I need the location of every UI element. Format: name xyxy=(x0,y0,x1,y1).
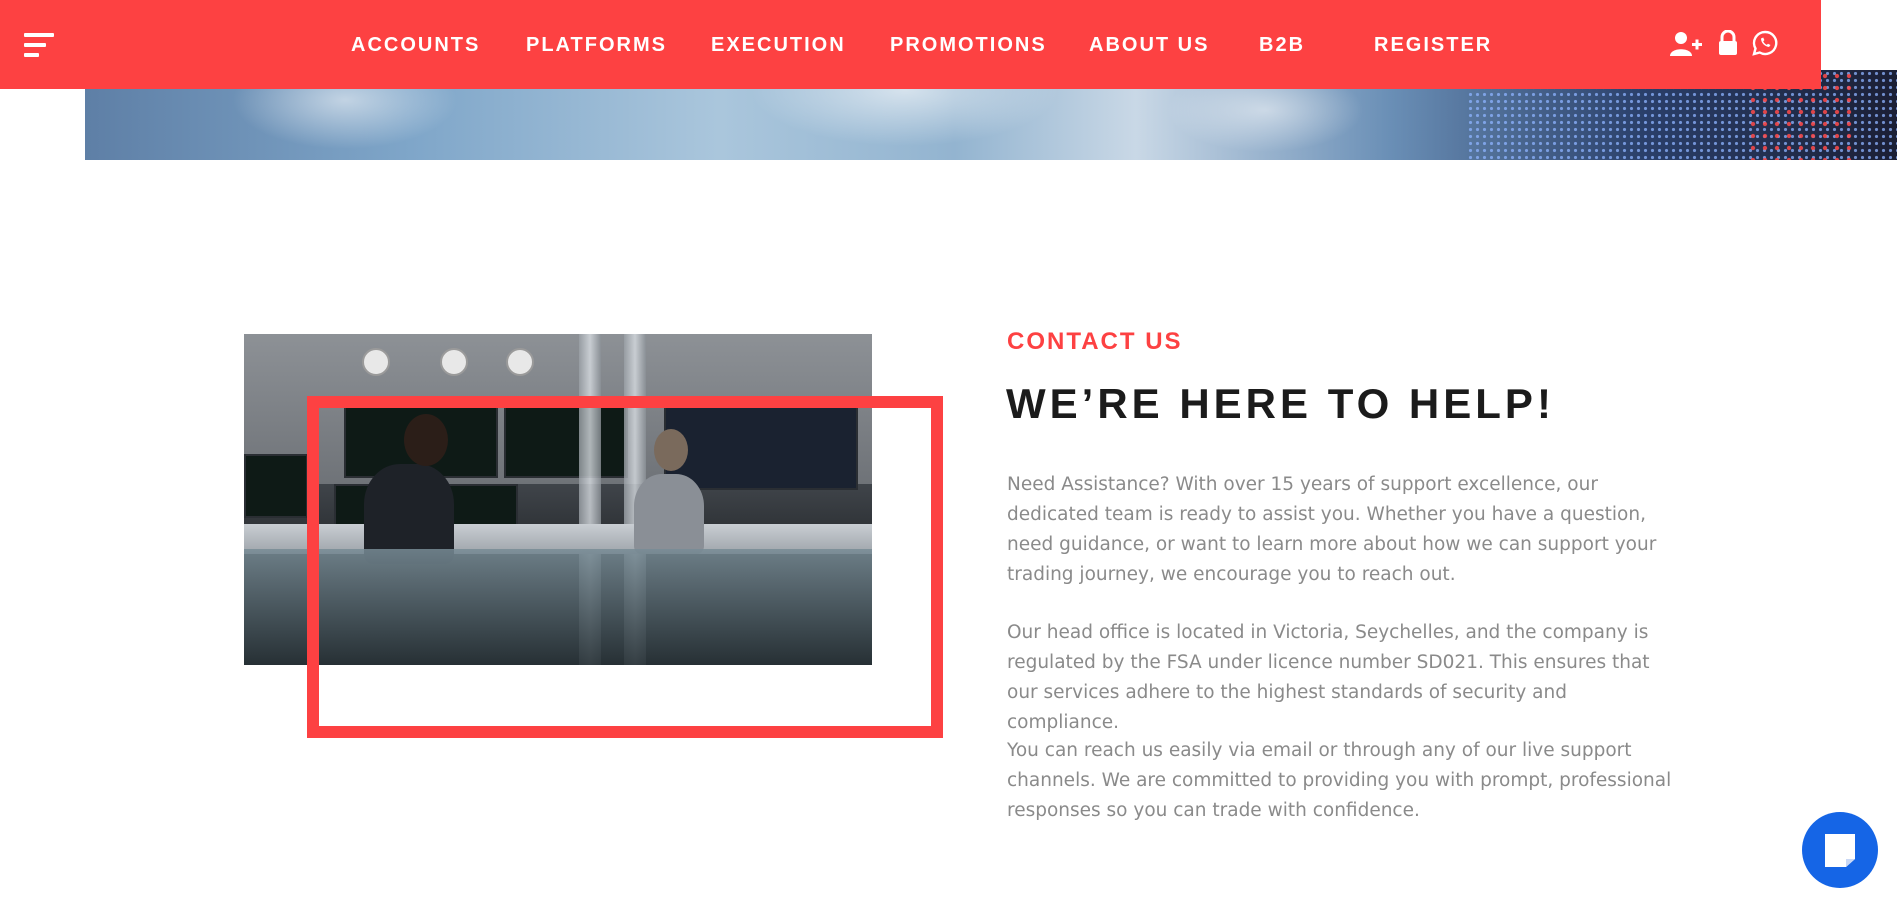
nav-item-platforms[interactable]: PLATFORMS xyxy=(526,33,667,57)
chat-bubble-icon xyxy=(1825,834,1855,867)
paragraph-reach-us: You can reach us easily via email or thr… xyxy=(1007,740,1672,821)
nav-item-about-us[interactable]: ABOUT US xyxy=(1089,33,1209,57)
section-eyebrow: CONTACT US xyxy=(1007,328,1183,355)
paragraph-head-office: Our head office is located in Victoria, … xyxy=(1007,622,1650,733)
whatsapp-icon[interactable] xyxy=(1752,30,1780,58)
paragraph-assistance: Need Assistance? With over 15 years of s… xyxy=(1007,474,1657,585)
nav-item-register[interactable]: REGISTER xyxy=(1374,33,1492,57)
nav-item-promotions[interactable]: PROMOTIONS xyxy=(890,33,1047,57)
decorative-red-frame xyxy=(307,396,943,738)
main-menu: ACCOUNTS PLATFORMS EXECUTION PROMOTIONS … xyxy=(0,0,1821,89)
section-heading: WE’RE HERE TO HELP! xyxy=(1006,380,1555,427)
nav-item-accounts[interactable]: ACCOUNTS xyxy=(351,33,480,57)
lock-icon[interactable] xyxy=(1717,29,1745,58)
add-user-icon[interactable] xyxy=(1670,30,1702,58)
nav-item-execution[interactable]: EXECUTION xyxy=(711,33,846,57)
nav-item-b2b[interactable]: B2B xyxy=(1259,33,1305,57)
top-navigation-bar: ACCOUNTS PLATFORMS EXECUTION PROMOTIONS … xyxy=(0,0,1821,89)
live-chat-button[interactable] xyxy=(1802,812,1878,888)
